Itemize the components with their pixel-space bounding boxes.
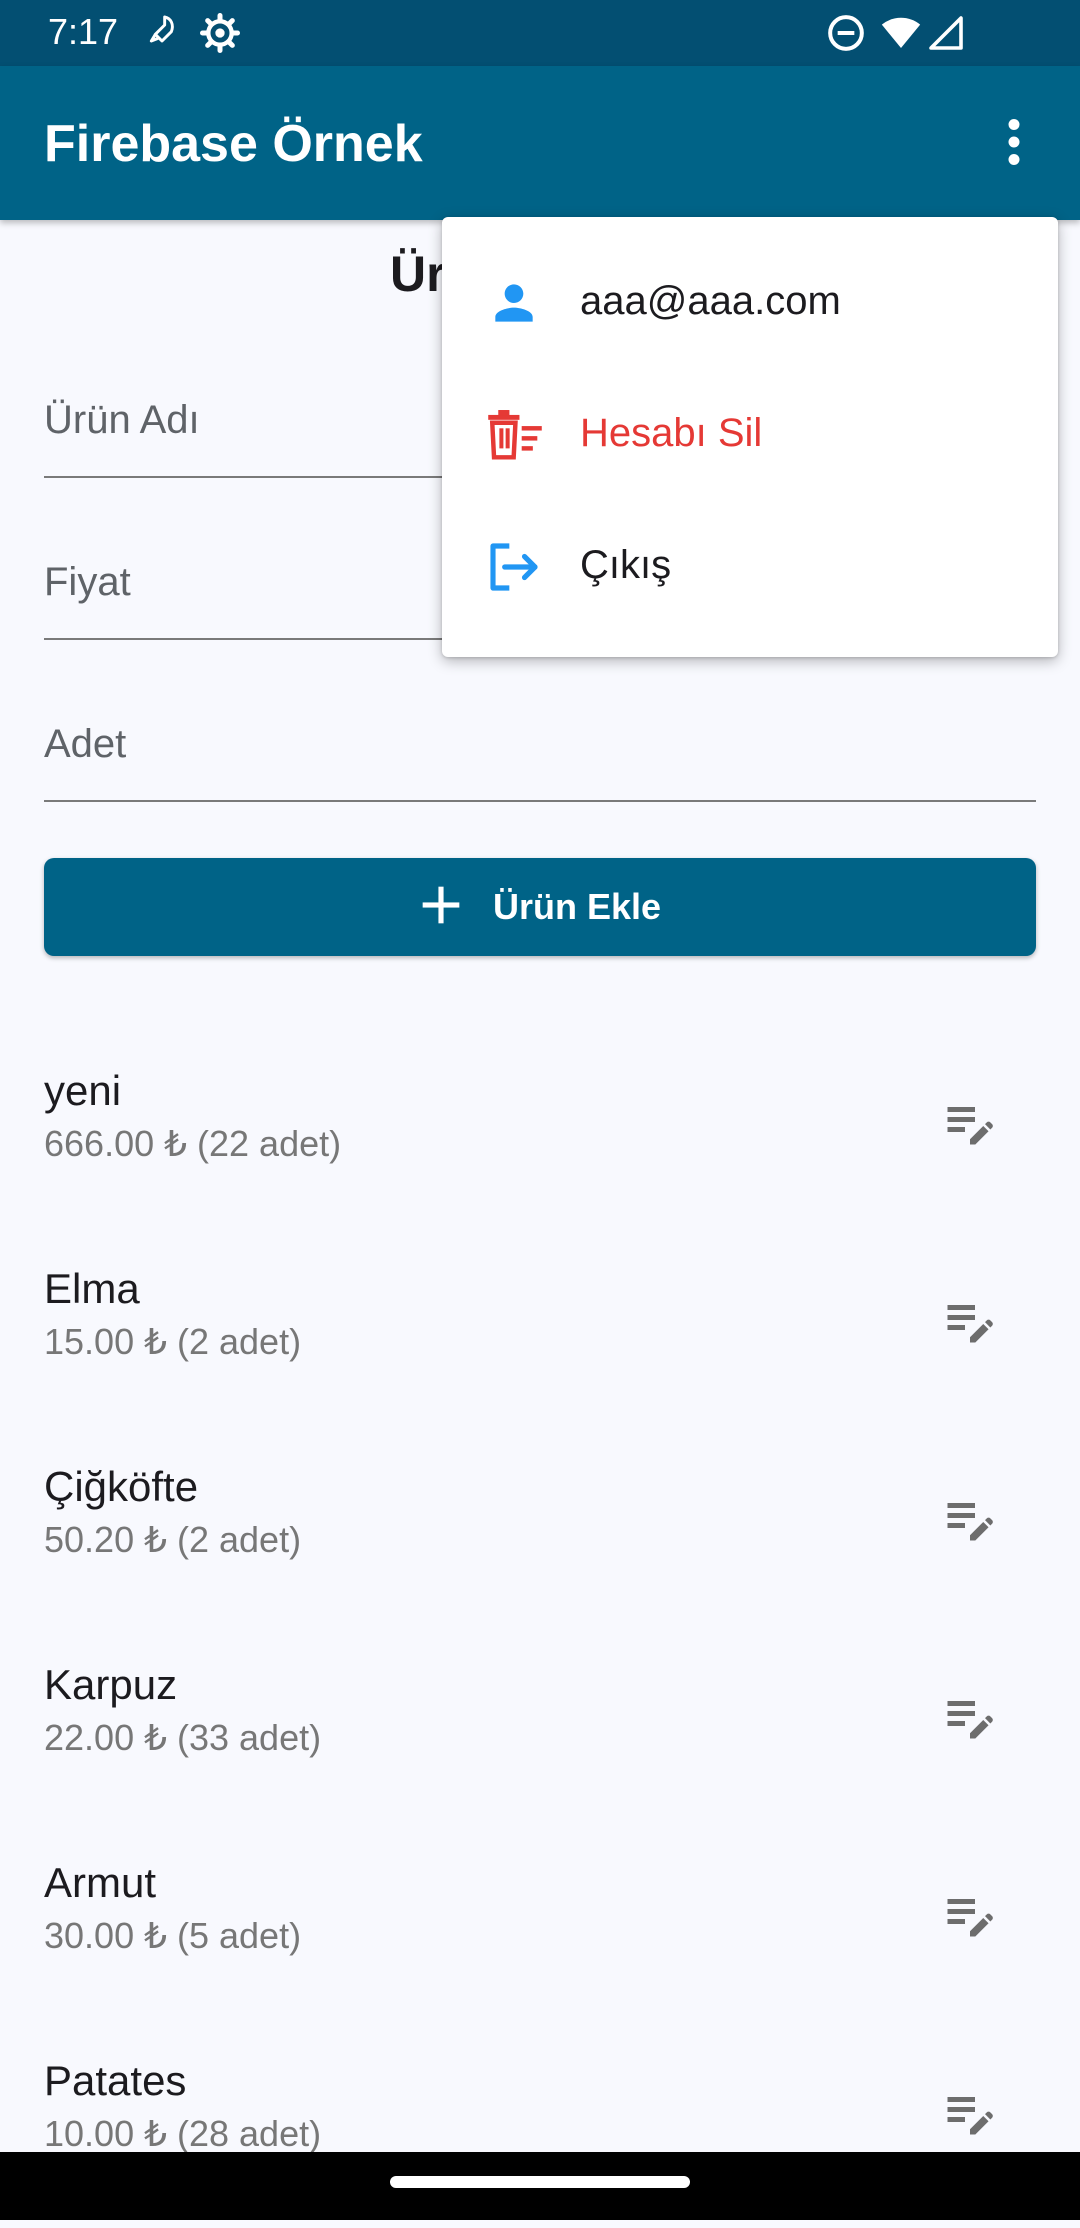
product-detail: 666.00 ₺ (22 adet) xyxy=(44,1123,342,1164)
product-detail: 22.00 ₺ (33 adet) xyxy=(44,1717,322,1758)
edit-note-icon[interactable] xyxy=(940,1290,1000,1355)
logout-label: Çıkış xyxy=(580,543,672,587)
quantity-label: Adet xyxy=(44,722,127,766)
app-title: Firebase Örnek xyxy=(44,115,423,173)
product-name: yeni xyxy=(44,1067,122,1114)
edit-note-icon[interactable] xyxy=(940,1092,1000,1157)
delete-account-label: Hesabı Sil xyxy=(580,411,763,455)
rocket-icon xyxy=(146,13,178,58)
logout-icon xyxy=(486,539,542,600)
list-item[interactable]: Karpuz 22.00 ₺ (33 adet) xyxy=(0,1634,1080,1832)
product-detail: 30.00 ₺ (5 adet) xyxy=(44,1915,302,1956)
edit-note-icon[interactable] xyxy=(940,1488,1000,1553)
edit-note-icon[interactable] xyxy=(940,1686,1000,1751)
settings-icon xyxy=(200,13,240,58)
list-item[interactable]: Armut 30.00 ₺ (5 adet) xyxy=(0,1832,1080,2030)
product-name: Karpuz xyxy=(44,1661,178,1708)
add-product-label: Ürün Ekle xyxy=(492,886,662,927)
list-item[interactable]: Elma 15.00 ₺ (2 adet) xyxy=(0,1238,1080,1436)
account-email-label: aaa@aaa.com xyxy=(580,279,841,323)
product-name: Elma xyxy=(44,1265,140,1312)
product-name: Armut xyxy=(44,1859,157,1906)
delete-icon xyxy=(486,407,544,468)
edit-note-icon[interactable] xyxy=(940,1884,1000,1949)
list-item[interactable]: yeni 666.00 ₺ (22 adet) xyxy=(0,1040,1080,1238)
product-detail: 10.00 ₺ (28 adet) xyxy=(44,2113,322,2154)
price-label: Fiyat xyxy=(44,560,131,604)
more-vert-icon[interactable] xyxy=(984,112,1044,172)
edit-note-icon[interactable] xyxy=(940,2082,1000,2147)
product-detail: 15.00 ₺ (2 adet) xyxy=(44,1321,302,1362)
product-name: Patates xyxy=(44,2057,187,2104)
quantity-field[interactable]: Adet xyxy=(44,710,1036,802)
navigation-bar xyxy=(0,2152,1080,2220)
product-name: Çiğköfte xyxy=(44,1463,199,1510)
menu-item-logout[interactable]: Çıkış xyxy=(442,501,1058,631)
product-detail: 50.20 ₺ (2 adet) xyxy=(44,1519,302,1560)
wifi-icon xyxy=(880,13,922,58)
app-bar: Firebase Örnek xyxy=(0,66,1080,220)
add-product-button[interactable]: Ürün Ekle xyxy=(44,858,1036,956)
menu-item-delete-account[interactable]: Hesabı Sil xyxy=(442,369,1058,499)
signal-icon xyxy=(928,13,964,58)
product-list: yeni 666.00 ₺ (22 adet) Elma 15.00 ₺ (2 … xyxy=(0,1040,1080,2228)
home-gesture-handle[interactable] xyxy=(390,2176,690,2188)
overflow-menu: aaa@aaa.com Hesabı Sil Çıkış xyxy=(442,217,1058,657)
list-item[interactable]: Çiğköfte 50.20 ₺ (2 adet) xyxy=(0,1436,1080,1634)
person-icon xyxy=(486,275,542,336)
menu-item-account[interactable]: aaa@aaa.com xyxy=(442,237,1058,367)
status-time: 7:17 xyxy=(48,11,119,52)
plus-icon xyxy=(419,883,463,932)
do-not-disturb-icon xyxy=(826,13,866,58)
status-bar: 7:17 xyxy=(0,0,1080,66)
product-name-label: Ürün Adı xyxy=(44,398,200,442)
